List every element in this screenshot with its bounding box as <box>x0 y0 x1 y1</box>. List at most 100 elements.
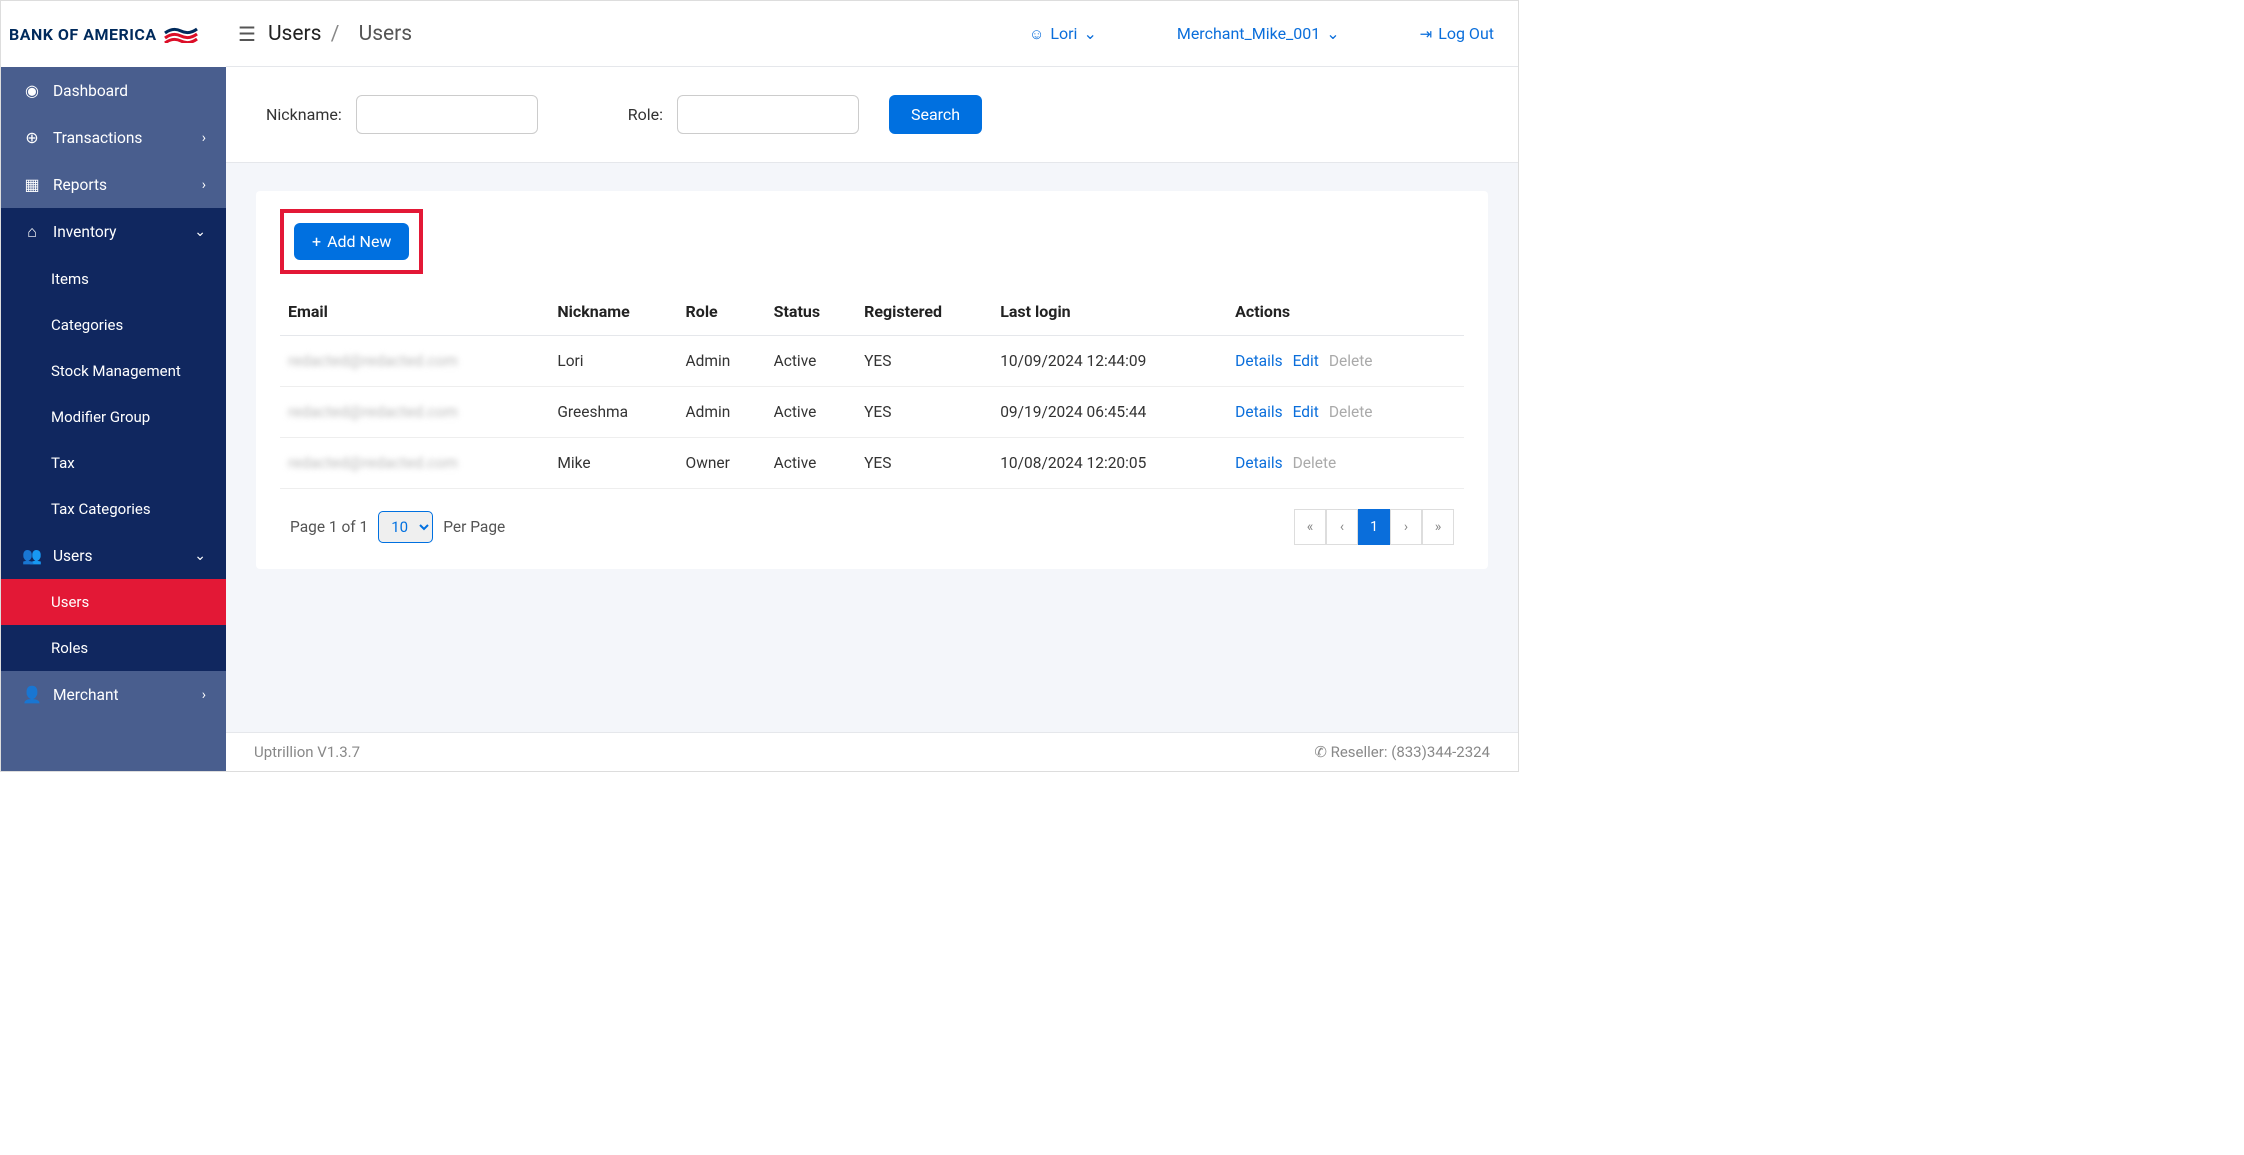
person-icon: ☺ <box>1029 25 1044 43</box>
add-new-label: Add New <box>327 232 391 251</box>
add-new-button[interactable]: + Add New <box>294 223 409 260</box>
sidebar-item-label: Merchant <box>53 686 119 704</box>
dashboard-icon: ◉ <box>21 81 43 100</box>
merchant-name: Merchant_Mike_001 <box>1177 24 1320 43</box>
phone-icon: ✆ <box>1314 743 1330 761</box>
logout-link[interactable]: ⇥ Log Out <box>1420 24 1494 43</box>
user-menu[interactable]: ☺ Lori ⌄ <box>1029 24 1097 43</box>
table-header-row: Email Nickname Role Status Registered La… <box>280 288 1464 336</box>
logout-label: Log Out <box>1438 24 1494 43</box>
col-nickname: Nickname <box>549 288 677 336</box>
main: ☰ Users / Users ☺ Lori ⌄ Merchant_Mike_0… <box>226 1 1518 771</box>
sidebar-item-label: Users <box>53 547 93 565</box>
edit-link[interactable]: Edit <box>1293 403 1319 421</box>
cell-nickname: Greeshma <box>549 387 677 438</box>
pager-last[interactable]: » <box>1422 509 1454 545</box>
subnav-item-modifier-group[interactable]: Modifier Group <box>1 394 226 440</box>
cell-nickname: Mike <box>549 438 677 489</box>
user-name: Lori <box>1050 24 1077 43</box>
pager-page-1[interactable]: 1 <box>1358 509 1390 545</box>
cell-actions: Details Delete <box>1227 438 1464 489</box>
content-card: + Add New Email Nickname Role Status Reg… <box>256 191 1488 569</box>
col-status: Status <box>766 288 856 336</box>
hamburger-icon[interactable]: ☰ <box>238 22 256 46</box>
table-row: redacted@redacted.comGreeshmaAdminActive… <box>280 387 1464 438</box>
cell-actions: DetailsEditDelete <box>1227 336 1464 387</box>
sidebar-item-reports[interactable]: ▦ Reports › <box>1 161 226 208</box>
sidebar-item-label: Dashboard <box>53 82 128 100</box>
cell-role: Admin <box>678 387 766 438</box>
details-link[interactable]: Details <box>1235 454 1282 472</box>
subnav-item-tax-categories[interactable]: Tax Categories <box>1 486 226 532</box>
sidebar-item-users[interactable]: 👥 Users ⌄ <box>1 532 226 579</box>
col-email: Email <box>280 288 549 336</box>
breadcrumb-2: Users <box>359 22 413 46</box>
cell-actions: DetailsEditDelete <box>1227 387 1464 438</box>
transactions-icon: ⊕ <box>21 128 43 147</box>
subnav-item-stock[interactable]: Stock Management <box>1 348 226 394</box>
sidebar-item-label: Inventory <box>53 223 116 241</box>
cell-registered: YES <box>856 387 992 438</box>
perpage-label: Per Page <box>443 518 505 536</box>
details-link[interactable]: Details <box>1235 403 1282 421</box>
pager-left: Page 1 of 1 10 Per Page <box>290 511 505 543</box>
version-text: Uptrillion V1.3.7 <box>254 743 360 761</box>
cell-registered: YES <box>856 438 992 489</box>
logout-icon: ⇥ <box>1420 25 1433 43</box>
cell-status: Active <box>766 336 856 387</box>
cell-email: redacted@redacted.com <box>280 438 549 489</box>
sidebar-item-inventory[interactable]: ⌂ Inventory ⌄ <box>1 208 226 256</box>
merchant-icon: 👤 <box>21 685 43 704</box>
cell-status: Active <box>766 438 856 489</box>
breadcrumb-1: Users <box>268 22 322 46</box>
sidebar-item-transactions[interactable]: ⊕ Transactions › <box>1 114 226 161</box>
sidebar-item-label: Reports <box>53 176 107 194</box>
pager-first[interactable]: « <box>1294 509 1326 545</box>
plus-icon: + <box>312 232 321 251</box>
reseller-text: ✆ Reseller: (833)344-2324 <box>1314 743 1490 761</box>
subnav-item-users[interactable]: Users <box>1 579 226 625</box>
sidebar-item-merchant[interactable]: 👤 Merchant › <box>1 671 226 718</box>
chevron-down-icon: ⌄ <box>1326 24 1339 43</box>
subnav-item-items[interactable]: Items <box>1 256 226 302</box>
subnav-item-categories[interactable]: Categories <box>1 302 226 348</box>
breadcrumb: Users / Users <box>268 22 412 46</box>
edit-link[interactable]: Edit <box>1293 352 1319 370</box>
page-text: Page 1 of 1 <box>290 518 368 536</box>
reports-icon: ▦ <box>21 175 43 194</box>
subnav-inventory: Items Categories Stock Management Modifi… <box>1 256 226 532</box>
search-button[interactable]: Search <box>889 95 982 134</box>
chevron-right-icon: › <box>202 177 206 193</box>
breadcrumb-sep: / <box>331 22 340 46</box>
subnav-item-tax[interactable]: Tax <box>1 440 226 486</box>
cell-role: Admin <box>678 336 766 387</box>
nickname-input[interactable] <box>356 95 538 134</box>
topbar-right: ☺ Lori ⌄ Merchant_Mike_001 ⌄ ⇥ Log Out <box>1029 24 1494 43</box>
pagination-row: Page 1 of 1 10 Per Page « ‹ 1 › » <box>280 509 1464 545</box>
subnav-item-roles[interactable]: Roles <box>1 625 226 671</box>
logo-flag-icon <box>163 19 201 49</box>
logo-text: BANK OF AMERICA <box>9 25 157 44</box>
details-link[interactable]: Details <box>1235 352 1282 370</box>
delete-link: Delete <box>1293 454 1337 472</box>
role-input[interactable] <box>677 95 859 134</box>
pager-right: « ‹ 1 › » <box>1294 509 1454 545</box>
sidebar-item-dashboard[interactable]: ◉ Dashboard <box>1 67 226 114</box>
pager-prev[interactable]: ‹ <box>1326 509 1358 545</box>
footer: Uptrillion V1.3.7 ✆ Reseller: (833)344-2… <box>226 732 1518 771</box>
col-registered: Registered <box>856 288 992 336</box>
perpage-select[interactable]: 10 <box>378 511 433 543</box>
cell-status: Active <box>766 387 856 438</box>
logo: BANK OF AMERICA <box>1 1 226 67</box>
sidebar-item-label: Transactions <box>53 129 142 147</box>
subnav-users: Users Roles <box>1 579 226 671</box>
chevron-right-icon: › <box>202 687 206 703</box>
app-root: BANK OF AMERICA ◉ Dashboard ⊕ Transactio… <box>0 0 1519 772</box>
cell-email: redacted@redacted.com <box>280 387 549 438</box>
pager-next[interactable]: › <box>1390 509 1422 545</box>
merchant-menu[interactable]: Merchant_Mike_001 ⌄ <box>1177 24 1340 43</box>
cell-last-login: 09/19/2024 06:45:44 <box>992 387 1227 438</box>
role-label: Role: <box>628 105 663 124</box>
cell-nickname: Lori <box>549 336 677 387</box>
col-last-login: Last login <box>992 288 1227 336</box>
